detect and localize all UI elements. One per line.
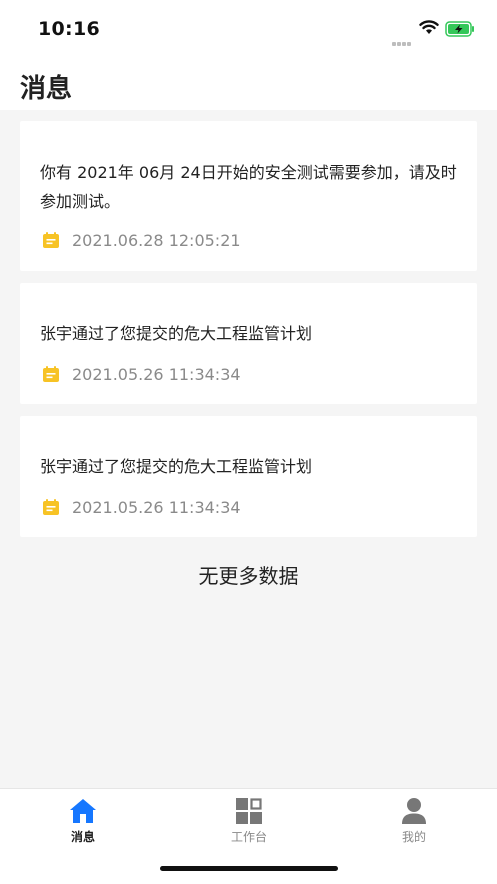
list-end-text: 无更多数据 [198,564,299,588]
home-indicator [160,866,338,871]
page-title: 消息 [20,74,73,104]
message-text: 你有 2021年 06月 24日开始的安全测试需要参加，请及时参加测试。 [40,163,457,211]
tab-messages[interactable]: 消息 [23,797,143,845]
battery-charging-icon [445,21,475,41]
status-time: 10:16 [38,18,100,40]
message-card[interactable]: 你有 2021年 06月 24日开始的安全测试需要参加，请及时参加测试。 202… [20,121,477,271]
message-card[interactable]: 张宇通过了您提交的危大工程监管计划 2021.05.26 11:34:34 [20,416,477,537]
grid-icon [236,798,262,824]
message-date: 2021.05.26 11:34:34 [72,498,241,517]
calendar-icon [43,366,59,382]
message-text: 张宇通过了您提交的危大工程监管计划 [40,324,313,343]
wifi-icon [419,20,439,39]
tab-label: 消息 [70,830,95,844]
status-bar: 10:16 [0,0,497,58]
calendar-icon [43,232,59,248]
cellular-signal-icon [392,31,412,50]
message-date-row: 2021.05.26 11:34:34 [42,365,241,384]
message-date: 2021.06.28 12:05:21 [72,231,241,250]
home-icon [70,799,96,823]
message-card[interactable]: 张宇通过了您提交的危大工程监管计划 2021.05.26 11:34:34 [20,283,477,404]
message-text: 张宇通过了您提交的危大工程监管计划 [40,457,313,476]
tab-label: 我的 [401,830,426,844]
calendar-icon [43,499,59,515]
tab-workbench[interactable]: 工作台 [189,797,309,845]
message-date-row: 2021.06.28 12:05:21 [42,231,241,250]
user-icon [402,798,426,824]
message-date: 2021.05.26 11:34:34 [72,365,241,384]
header: 消息 [0,58,497,110]
message-date-row: 2021.05.26 11:34:34 [42,498,241,517]
tab-mine[interactable]: 我的 [354,797,474,845]
tab-label: 工作台 [230,830,267,844]
